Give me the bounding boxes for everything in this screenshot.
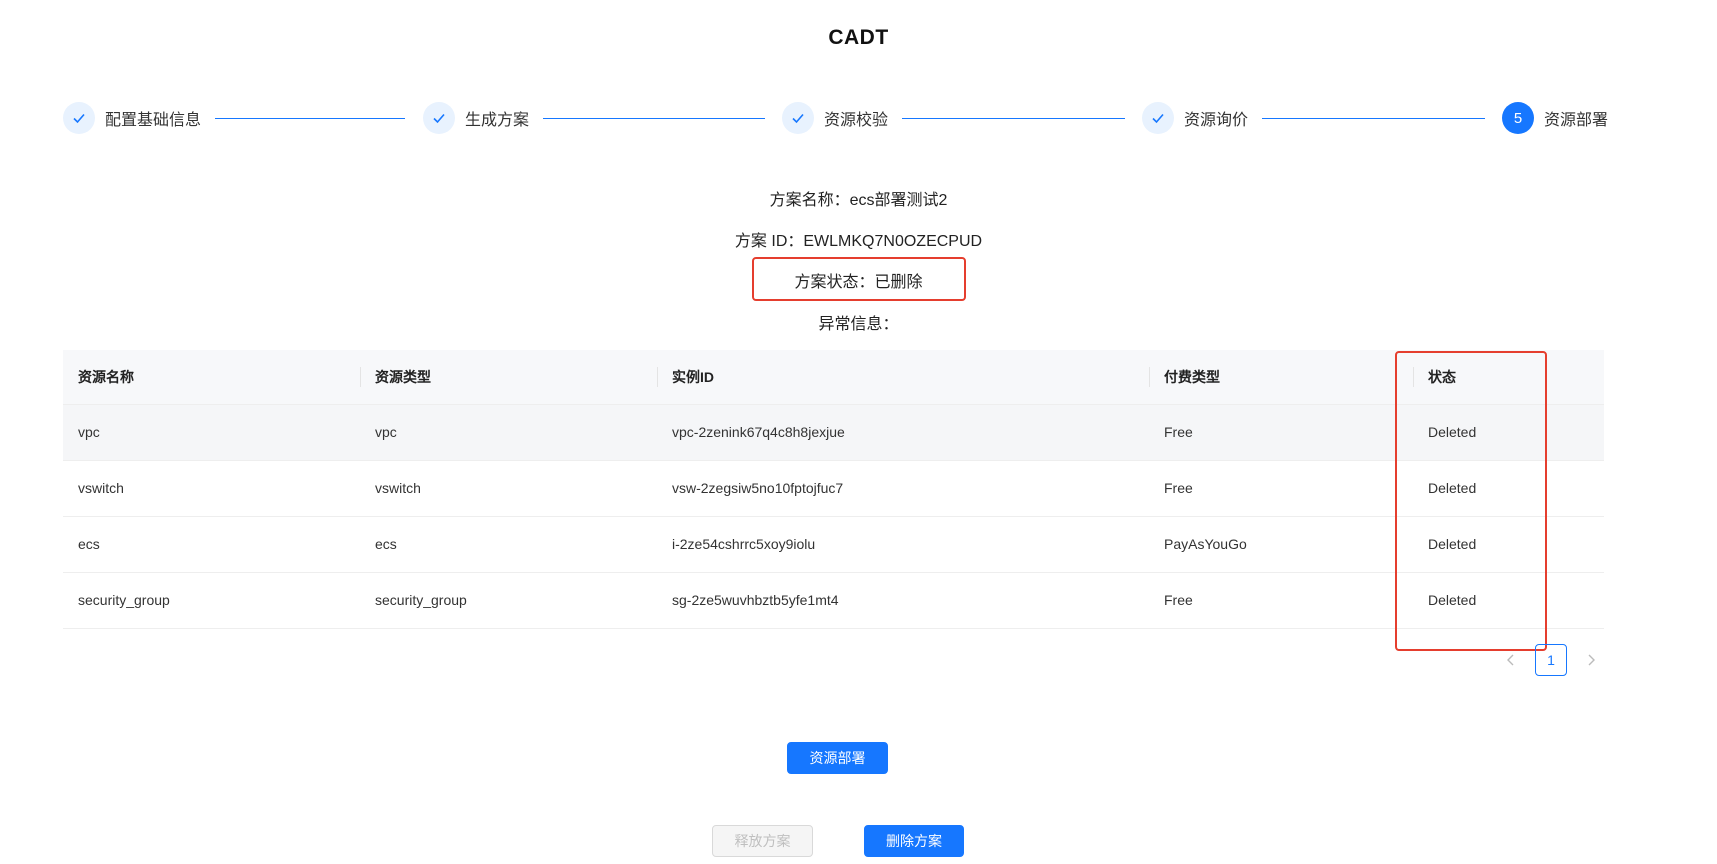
step-label: 配置基础信息 bbox=[105, 112, 202, 129]
check-icon bbox=[423, 102, 455, 134]
cell-billing-type: Free bbox=[1164, 592, 1193, 608]
cell-billing-type: Free bbox=[1164, 424, 1193, 440]
step-connector bbox=[215, 118, 405, 119]
pagination: 1 bbox=[1495, 644, 1607, 676]
column-divider bbox=[657, 367, 658, 387]
table-row: vswitch vswitch vsw-2zegsiw5no10fptojfuc… bbox=[63, 461, 1604, 517]
app-title: CADT bbox=[828, 26, 889, 49]
check-icon bbox=[1142, 102, 1174, 134]
table-header: 资源名称 资源类型 实例ID 付费类型 状态 bbox=[63, 350, 1604, 405]
plan-name-label: 方案名称： bbox=[769, 192, 850, 209]
cell-billing-type: PayAsYouGo bbox=[1164, 536, 1247, 552]
table-row: security_group security_group sg-2ze5wuv… bbox=[63, 573, 1604, 629]
plan-id: 方案 ID：EWLMKQ7N0OZECPUD bbox=[0, 227, 1717, 251]
step-label: 资源校验 bbox=[824, 112, 889, 129]
step-connector bbox=[543, 118, 765, 119]
error-info: 异常信息： bbox=[0, 310, 1717, 334]
cell-resource-type: vswitch bbox=[375, 480, 421, 496]
cell-resource-name: vswitch bbox=[78, 480, 124, 496]
column-divider bbox=[360, 367, 361, 387]
column-header-instance-id: 实例ID bbox=[672, 369, 714, 385]
table-row: ecs ecs i-2ze54cshrrc5xoy9iolu PayAsYouG… bbox=[63, 517, 1604, 573]
column-header-resource-type: 资源类型 bbox=[375, 369, 431, 385]
plan-name: 方案名称：ecs部署测试2 bbox=[0, 186, 1717, 210]
cell-resource-type: ecs bbox=[375, 536, 397, 552]
cell-resource-name: vpc bbox=[78, 424, 100, 440]
cell-resource-type: security_group bbox=[375, 592, 467, 608]
step-number: 5 bbox=[1502, 102, 1534, 134]
step-resource-check[interactable]: 资源校验 bbox=[782, 100, 888, 136]
cell-resource-name: security_group bbox=[78, 592, 170, 608]
delete-plan-button[interactable]: 删除方案 bbox=[864, 825, 964, 857]
chevron-right-icon[interactable] bbox=[1575, 644, 1607, 676]
chevron-left-icon[interactable] bbox=[1495, 644, 1527, 676]
deploy-resources-button[interactable]: 资源部署 bbox=[787, 742, 888, 774]
column-divider bbox=[1149, 367, 1150, 387]
release-plan-button[interactable]: 释放方案 bbox=[712, 825, 813, 857]
cell-instance-id: vsw-2zegsiw5no10fptojfuc7 bbox=[672, 480, 844, 496]
cell-instance-id: vpc-2zenink67q4c8h8jexjue bbox=[672, 424, 845, 440]
plan-id-value: EWLMKQ7N0OZECPUD bbox=[803, 233, 983, 250]
resource-table: 资源名称 资源类型 实例ID 付费类型 状态 vpc vpc vpc-2zeni… bbox=[63, 350, 1604, 629]
step-generate-plan[interactable]: 生成方案 bbox=[423, 100, 529, 136]
plan-id-label: 方案 ID： bbox=[734, 233, 804, 250]
status-column-highlight-box bbox=[1395, 351, 1547, 651]
step-label: 资源询价 bbox=[1184, 112, 1249, 129]
check-icon bbox=[782, 102, 814, 134]
cell-billing-type: Free bbox=[1164, 480, 1193, 496]
step-resource-deploy[interactable]: 5 资源部署 bbox=[1502, 100, 1608, 136]
step-connector bbox=[1262, 118, 1485, 119]
page-number-button[interactable]: 1 bbox=[1535, 644, 1567, 676]
step-resource-pricing[interactable]: 资源询价 bbox=[1142, 100, 1248, 136]
step-config-basic-info[interactable]: 配置基础信息 bbox=[63, 100, 201, 136]
error-info-label: 异常信息： bbox=[818, 316, 899, 333]
cell-instance-id: sg-2ze5wuvhbztb5yfe1mt4 bbox=[672, 592, 839, 608]
status-highlight-box bbox=[752, 257, 966, 301]
step-connector bbox=[902, 118, 1125, 119]
cell-instance-id: i-2ze54cshrrc5xoy9iolu bbox=[672, 536, 816, 552]
cell-resource-name: ecs bbox=[78, 536, 100, 552]
check-icon bbox=[63, 102, 95, 134]
table-row: vpc vpc vpc-2zenink67q4c8h8jexjue Free D… bbox=[63, 405, 1604, 461]
plan-name-value: ecs部署测试2 bbox=[849, 192, 948, 209]
step-label: 生成方案 bbox=[465, 112, 530, 129]
cell-resource-type: vpc bbox=[375, 424, 397, 440]
step-label: 资源部署 bbox=[1544, 112, 1609, 129]
column-header-resource-name: 资源名称 bbox=[78, 369, 134, 385]
column-header-billing-type: 付费类型 bbox=[1164, 369, 1220, 385]
